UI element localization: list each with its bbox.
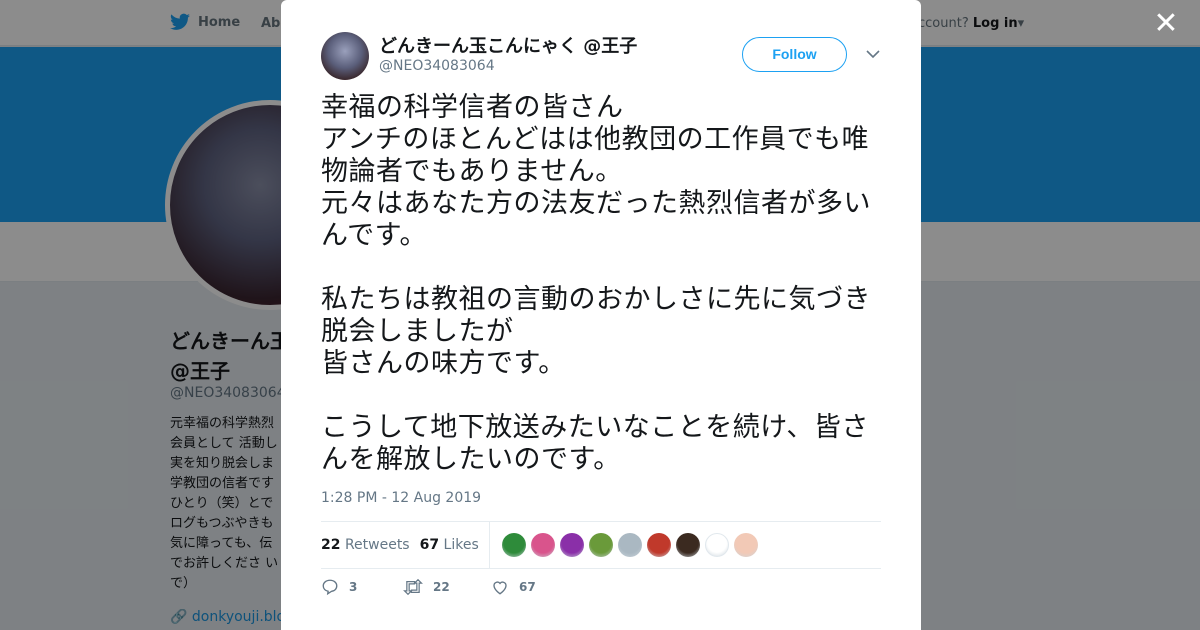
liker-avatar[interactable]: [588, 533, 613, 557]
liker-avatar[interactable]: [675, 533, 700, 557]
retweet-button[interactable]: 22: [403, 578, 491, 596]
liker-avatar[interactable]: [530, 533, 555, 557]
tweet-timestamp[interactable]: 1:28 PM - 12 Aug 2019: [321, 490, 481, 506]
retweet-icon: [403, 578, 423, 596]
heart-icon: [493, 581, 507, 595]
reply-button[interactable]: 3: [321, 578, 403, 596]
liker-avatars: [501, 533, 758, 557]
retweets-label: Retweets: [344, 537, 410, 553]
stats-divider: [488, 521, 490, 569]
tweet-modal: どんきーん玉こんにゃく @王子 @NEO34083064 Follow 幸福の科…: [281, 0, 921, 630]
tweet-actions: 3 22 67: [321, 578, 536, 596]
tweet-text: 幸福の科学信者の皆さん アンチのほとんどはは他教団の工作員でも唯物論者でもありま…: [321, 92, 871, 475]
like-count: 67: [519, 580, 536, 594]
retweet-count: 22: [433, 580, 450, 594]
liker-avatar[interactable]: [501, 533, 526, 557]
liker-avatar[interactable]: [617, 533, 642, 557]
likes-stat[interactable]: 67 Likes: [420, 537, 479, 553]
retweets-count: 22: [321, 537, 341, 553]
author-name[interactable]: どんきーん玉こんにゃく @王子: [379, 32, 637, 58]
likes-count: 67: [419, 537, 440, 553]
reply-count: 3: [349, 580, 358, 594]
retweets-stat[interactable]: 22 Retweets: [321, 537, 410, 553]
author-handle[interactable]: @NEO34083064: [379, 58, 495, 74]
close-icon[interactable]: ✕: [1152, 9, 1180, 39]
reply-icon: [322, 579, 338, 596]
liker-avatar[interactable]: [646, 533, 671, 557]
liker-avatar[interactable]: [733, 533, 758, 557]
liker-avatar[interactable]: [704, 533, 729, 557]
tweet-stats: 22 Retweets 67 Likes: [321, 521, 881, 569]
likes-label: Likes: [443, 537, 479, 553]
liker-avatar[interactable]: [559, 533, 584, 557]
author-avatar[interactable]: [321, 32, 369, 80]
like-button[interactable]: 67: [491, 578, 536, 596]
follow-button[interactable]: Follow: [742, 37, 847, 72]
chevron-down-icon[interactable]: [865, 46, 881, 62]
